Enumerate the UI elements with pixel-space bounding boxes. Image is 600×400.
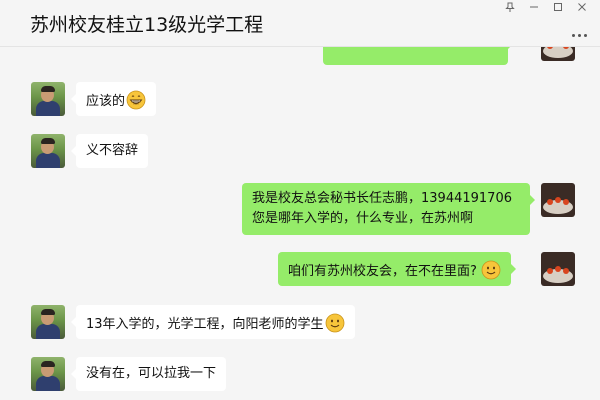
- title-bar: 苏州校友桂立13级光学工程: [0, 0, 600, 47]
- message-text: 义不容辞: [86, 143, 139, 158]
- avatar-friend[interactable]: [31, 357, 65, 391]
- message-bubble[interactable]: 咱们有苏州校友会，在不在里面?: [278, 252, 516, 286]
- smile-emoji-icon: [481, 260, 501, 280]
- message-bubble[interactable]: 没有在，可以拉我一下: [70, 357, 227, 391]
- avatar-friend[interactable]: [31, 305, 65, 339]
- maximize-icon[interactable]: [546, 0, 570, 14]
- message-bubble-partial[interactable]: [323, 47, 513, 65]
- message-text-line: 您是哪年入学的，什么专业，在苏州啊: [252, 211, 474, 226]
- message-text: 应该的: [86, 94, 126, 109]
- avatar-friend[interactable]: [31, 134, 65, 168]
- message-bubble[interactable]: 应该的: [70, 82, 157, 116]
- more-options-icon[interactable]: [570, 22, 590, 38]
- message-text: 没有在，可以拉我一下: [86, 366, 217, 381]
- message-text: 13年入学的，光学工程，向阳老师的学生: [86, 317, 324, 332]
- avatar-me[interactable]: [541, 183, 575, 217]
- pin-icon[interactable]: [498, 0, 522, 14]
- window-controls: [498, 0, 594, 14]
- smile-emoji-icon: [325, 313, 344, 333]
- message-text: 咱们有苏州校友会，在不在里面?: [288, 264, 477, 279]
- avatar-me[interactable]: [541, 47, 575, 61]
- message-bubble[interactable]: 义不容辞: [70, 134, 149, 168]
- close-icon[interactable]: [570, 0, 594, 14]
- message-text-line: 我是校友总会秘书长任志鹏，13944191706: [252, 191, 512, 206]
- chat-window: 苏州校友桂立13级光学工程 应该的 义不容辞 我是校友总会秘书长任志鹏，1394…: [0, 0, 600, 400]
- message-bubble[interactable]: 13年入学的，光学工程，向阳老师的学生: [71, 305, 355, 339]
- message-list[interactable]: 应该的 义不容辞 我是校友总会秘书长任志鹏，13944191706 您是哪年入学…: [0, 47, 600, 400]
- grin-emoji-icon: [126, 90, 146, 110]
- avatar-friend[interactable]: [31, 82, 65, 116]
- message-bubble[interactable]: 我是校友总会秘书长任志鹏，13944191706 您是哪年入学的，什么专业，在苏…: [242, 183, 535, 235]
- chat-title: 苏州校友桂立13级光学工程: [30, 14, 264, 36]
- minimize-icon[interactable]: [522, 0, 546, 14]
- avatar-me[interactable]: [541, 252, 575, 286]
